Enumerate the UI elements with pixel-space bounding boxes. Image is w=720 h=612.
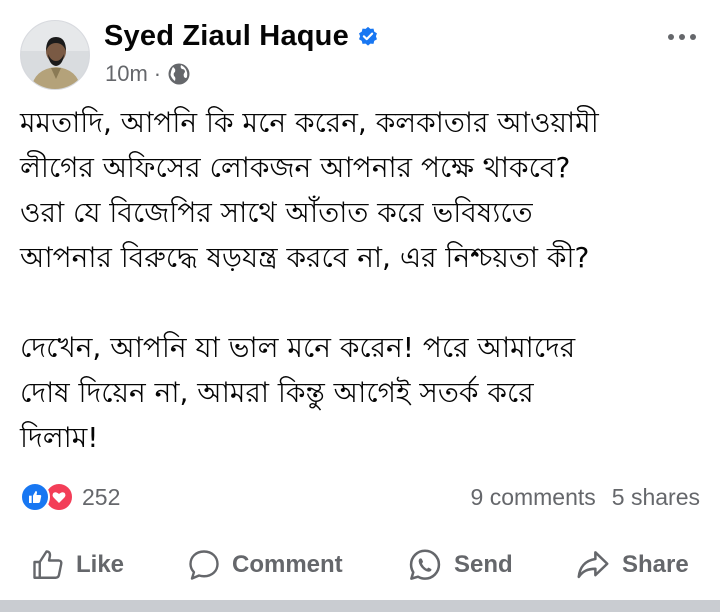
post-time[interactable]: 10m bbox=[105, 61, 148, 87]
post-meta: 10m · bbox=[105, 61, 191, 87]
feed-divider bbox=[0, 600, 720, 612]
verified-badge-icon bbox=[357, 26, 379, 48]
send-label: Send bbox=[454, 551, 513, 578]
reaction-count: 252 bbox=[82, 483, 121, 510]
share-label: Share bbox=[622, 551, 689, 578]
share-icon bbox=[577, 551, 609, 579]
more-options-icon[interactable] bbox=[668, 34, 696, 40]
share-button[interactable]: Share bbox=[574, 540, 689, 590]
post-card: Syed Ziaul Haque 10m · মমতাদি, আপনি কি ম… bbox=[0, 0, 720, 600]
send-button[interactable]: Send bbox=[406, 540, 513, 590]
like-label: Like bbox=[76, 551, 125, 578]
meta-separator: · bbox=[153, 61, 162, 86]
post-actions: Like Comment Send Share bbox=[0, 540, 720, 590]
avatar[interactable] bbox=[20, 20, 90, 90]
whatsapp-icon bbox=[409, 549, 441, 580]
globe-icon[interactable] bbox=[167, 62, 191, 86]
post-stats: 252 9 comments 5 shares bbox=[20, 478, 700, 518]
comments-count[interactable]: 9 comments bbox=[471, 484, 596, 511]
post-body: মমতাদি, আপনি কি মনে করেন, কলকাতার আওয়াম… bbox=[20, 100, 710, 460]
comment-icon bbox=[189, 550, 219, 580]
post-paragraph-1: মমতাদি, আপনি কি মনে করেন, কলকাতার আওয়াম… bbox=[20, 106, 599, 274]
engagement-counts: 9 comments 5 shares bbox=[471, 484, 700, 511]
comment-label: Comment bbox=[232, 551, 343, 578]
post-paragraph-2: দেখেন, আপনি যা ভাল মনে করেন! পরে আমাদের … bbox=[20, 331, 576, 454]
shares-count[interactable]: 5 shares bbox=[612, 484, 700, 511]
avatar-photo bbox=[21, 21, 89, 89]
like-button[interactable]: Like bbox=[30, 540, 124, 590]
post-author: Syed Ziaul Haque bbox=[104, 20, 379, 53]
comment-button[interactable]: Comment bbox=[186, 540, 343, 590]
reactions-summary[interactable]: 252 bbox=[20, 482, 120, 512]
author-name[interactable]: Syed Ziaul Haque bbox=[104, 20, 349, 53]
like-icon bbox=[33, 550, 63, 579]
like-reaction-icon bbox=[20, 482, 50, 512]
